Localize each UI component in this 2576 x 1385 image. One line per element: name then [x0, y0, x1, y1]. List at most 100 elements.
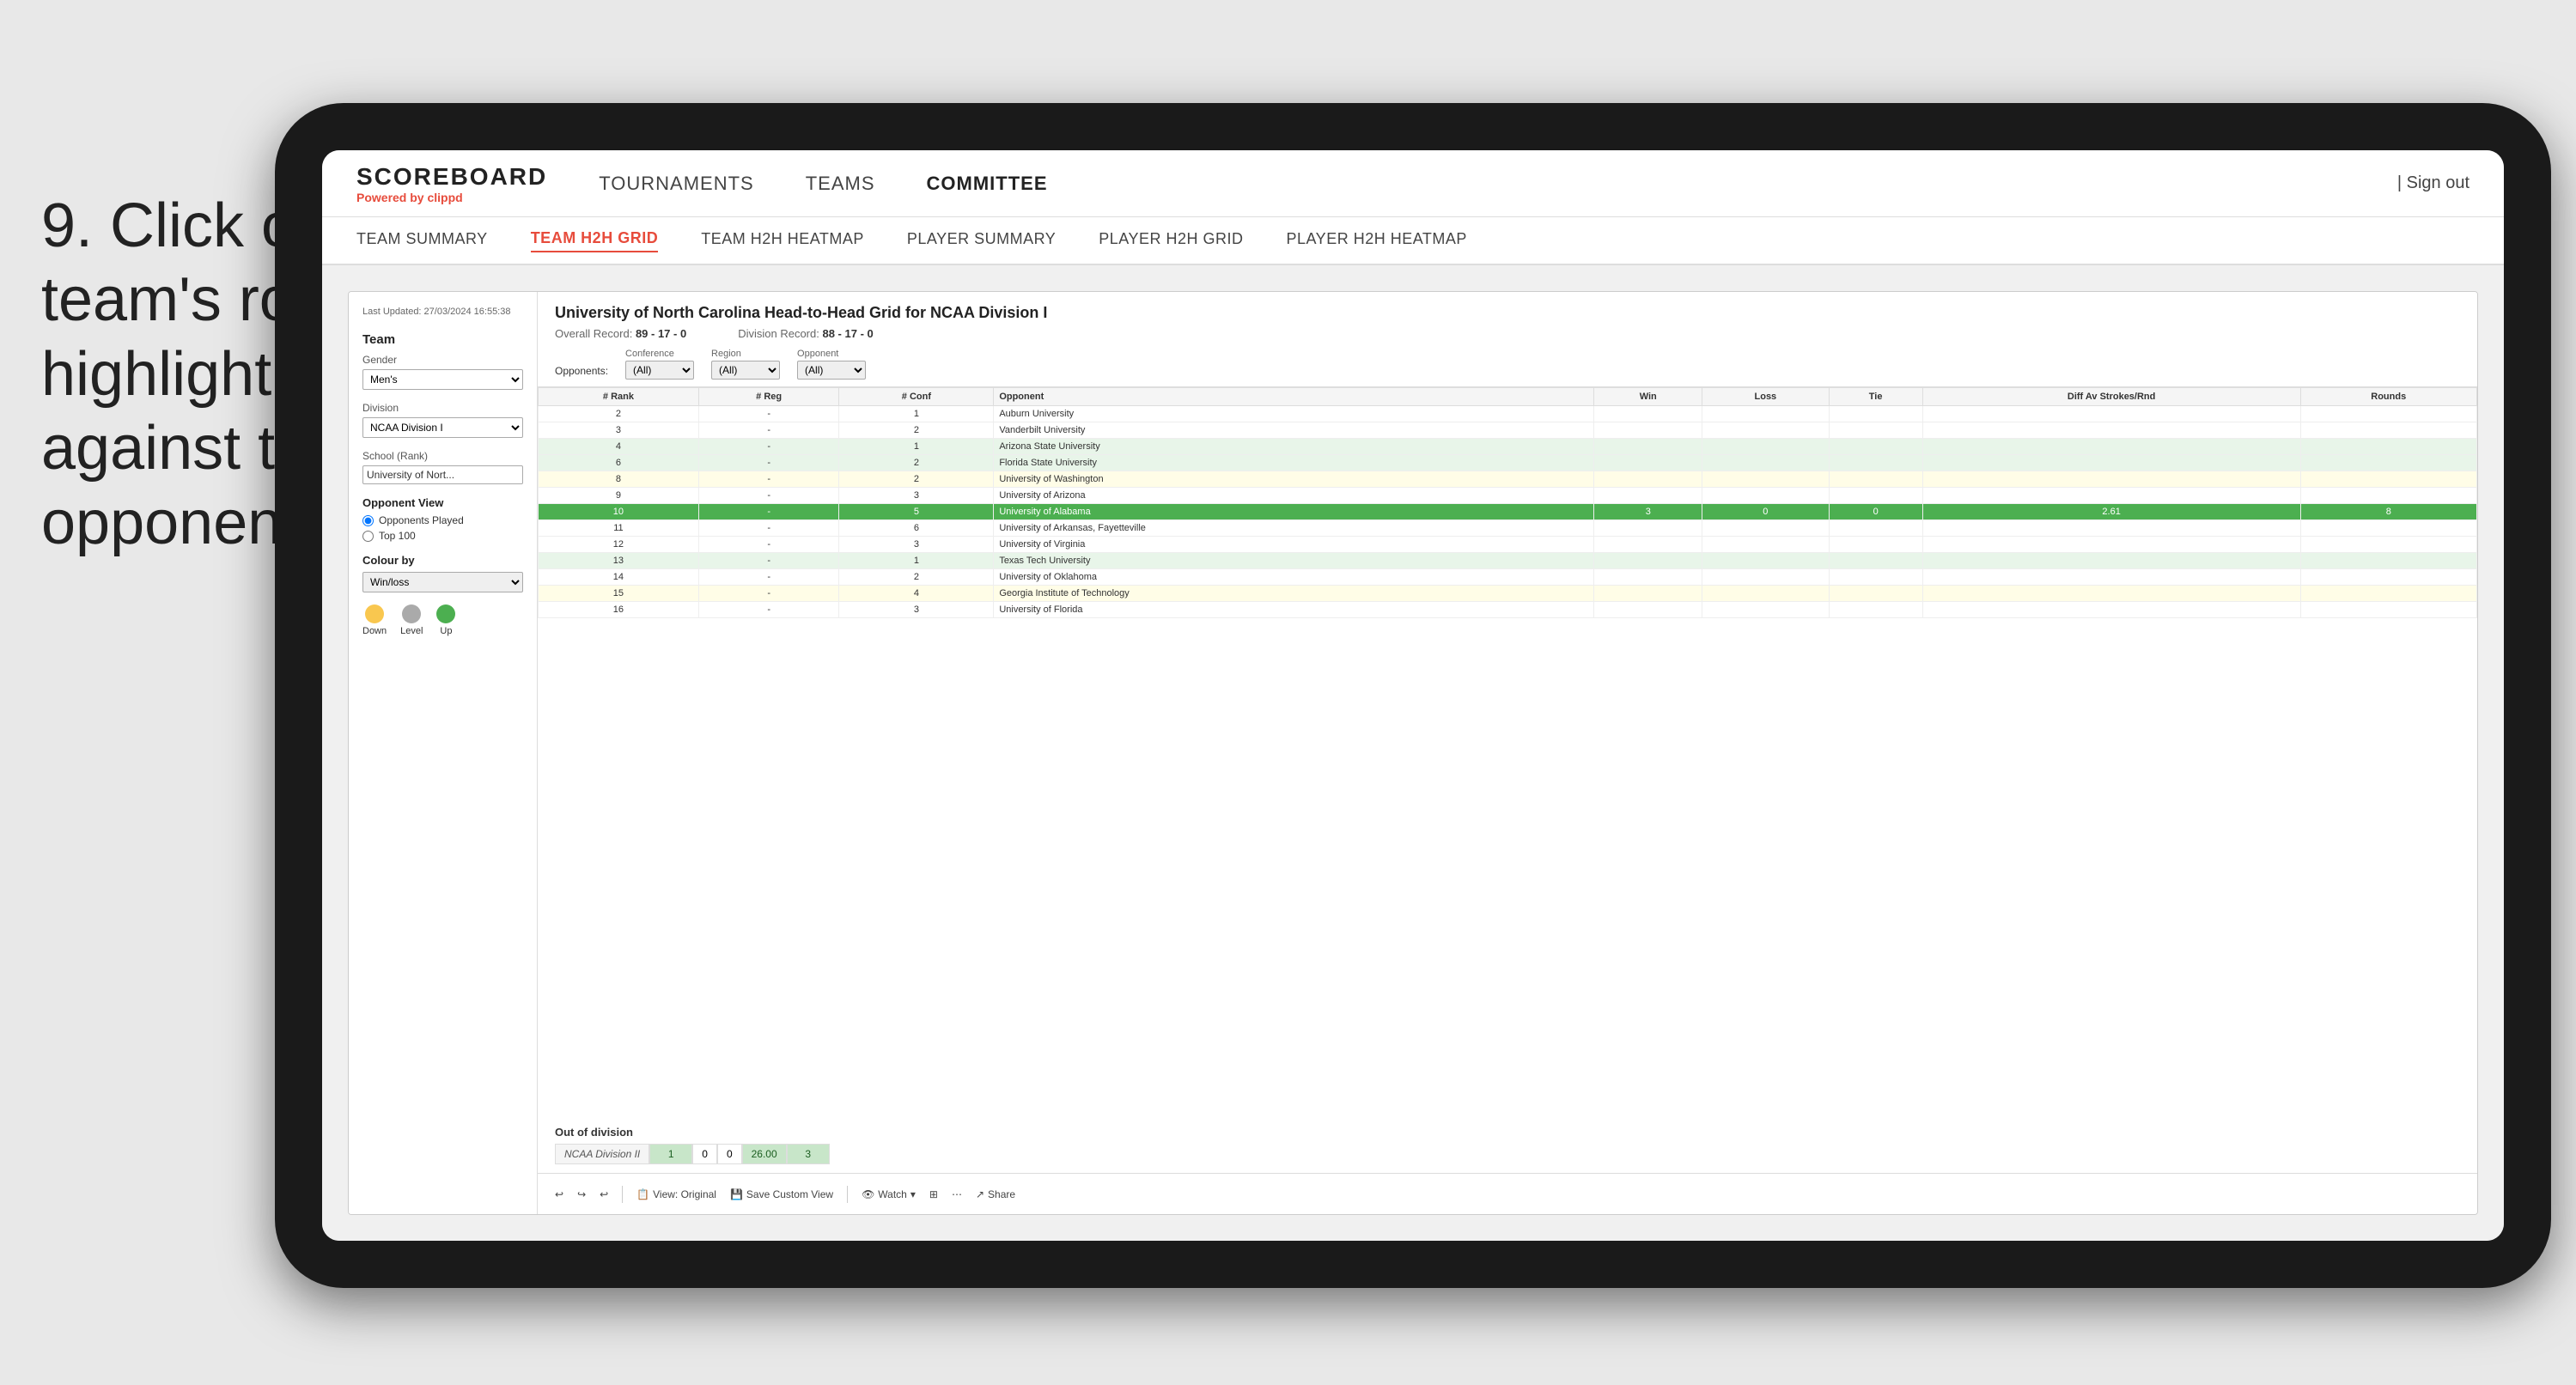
col-tie: Tie: [1829, 388, 1922, 406]
sidebar-gender-label: Gender: [362, 354, 523, 366]
opponent-filter-select[interactable]: (All): [797, 361, 866, 380]
grid-header: University of North Carolina Head-to-Hea…: [538, 292, 2477, 387]
legend-dot-up: [436, 604, 455, 623]
conference-filter-label: Conference: [625, 349, 694, 359]
toolbar-watch[interactable]: 👁 Watch ▾: [862, 1188, 916, 1200]
out-of-division-section: Out of division NCAA Division II 1 0 0 2…: [538, 1117, 2477, 1173]
col-loss: Loss: [1702, 388, 1829, 406]
ood-rounds: 3: [787, 1144, 830, 1164]
nav-items: TOURNAMENTS TEAMS COMMITTEE: [599, 173, 2397, 195]
opponent-filter-label: Opponent: [797, 349, 866, 359]
sub-nav-player-h2h-heatmap[interactable]: PLAYER H2H HEATMAP: [1287, 230, 1467, 252]
sub-nav-team-h2h-grid[interactable]: TEAM H2H GRID: [531, 229, 659, 252]
out-of-division-row: NCAA Division II 1 0 0 26.00 3: [555, 1144, 2460, 1164]
sidebar: Last Updated: 27/03/2024 16:55:38 Team G…: [349, 292, 538, 1214]
table-body: 2 - 1 Auburn University 3 - 2 Vanderbilt…: [539, 406, 2477, 618]
overall-record: Overall Record: 89 - 17 - 0: [555, 327, 686, 340]
table-row[interactable]: 6 - 2 Florida State University: [539, 455, 2477, 471]
toolbar-divider-2: [847, 1186, 848, 1203]
nav-item-teams[interactable]: TEAMS: [806, 173, 875, 195]
table-row[interactable]: 16 - 3 University of Florida: [539, 602, 2477, 618]
col-diff: Diff Av Strokes/Rnd: [1922, 388, 2300, 406]
sub-nav-team-summary[interactable]: TEAM SUMMARY: [356, 230, 488, 252]
table-row[interactable]: 13 - 1 Texas Tech University: [539, 553, 2477, 569]
sidebar-school-value[interactable]: University of Nort...: [362, 465, 523, 484]
opponent-view-label: Opponent View: [362, 496, 523, 509]
col-win: Win: [1594, 388, 1702, 406]
legend-label-level: Level: [400, 626, 423, 636]
nav-item-committee[interactable]: COMMITTEE: [927, 173, 1048, 195]
table-row[interactable]: 4 - 1 Arizona State University: [539, 439, 2477, 455]
ood-win: 1: [649, 1144, 692, 1164]
legend-up: Up: [436, 604, 455, 636]
legend-dot-down: [365, 604, 384, 623]
sub-nav-player-h2h-grid[interactable]: PLAYER H2H GRID: [1099, 230, 1243, 252]
legend-label-up: Up: [440, 626, 452, 636]
sidebar-timestamp: Last Updated: 27/03/2024 16:55:38: [362, 306, 523, 319]
colour-by-label: Colour by: [362, 554, 523, 567]
toolbar-undo2[interactable]: ↩: [600, 1188, 608, 1200]
sub-nav-player-summary[interactable]: PLAYER SUMMARY: [907, 230, 1056, 252]
table-row[interactable]: 14 - 2 University of Oklahoma: [539, 569, 2477, 586]
toolbar-redo[interactable]: ↪: [577, 1188, 586, 1200]
table-row[interactable]: 10 - 5 University of Alabama 3 0 0 2.61 …: [539, 504, 2477, 520]
logo-scoreboard: SCOREBOARD: [356, 163, 547, 191]
legend-dot-level: [402, 604, 421, 623]
region-filter-select[interactable]: (All): [711, 361, 780, 380]
top-nav: SCOREBOARD Powered by clippd TOURNAMENTS…: [322, 150, 2504, 217]
toolbar-view[interactable]: 📋 View: Original: [636, 1188, 716, 1200]
bottom-toolbar: ↩ ↪ ↩ 📋 View: Original 💾 Save Custom Vie…: [538, 1173, 2477, 1214]
opponent-filter: Opponent (All): [797, 349, 866, 380]
toolbar-icons[interactable]: ⊞: [929, 1188, 938, 1200]
colour-by-select[interactable]: Win/loss: [362, 572, 523, 592]
legend-level: Level: [400, 604, 423, 636]
nav-item-tournaments[interactable]: TOURNAMENTS: [599, 173, 754, 195]
sidebar-team-label: Team: [362, 332, 523, 347]
toolbar-more[interactable]: ⋯: [952, 1188, 962, 1200]
table-row[interactable]: 9 - 3 University of Arizona: [539, 488, 2477, 504]
ood-loss: 0: [692, 1144, 717, 1164]
region-filter-label: Region: [711, 349, 780, 359]
table-row[interactable]: 2 - 1 Auburn University: [539, 406, 2477, 422]
grid-area: University of North Carolina Head-to-Hea…: [538, 292, 2477, 1214]
opponent-view-section: Opponent View Opponents Played Top 100: [362, 496, 523, 542]
ood-tie: 0: [717, 1144, 742, 1164]
radio-top-100[interactable]: Top 100: [362, 530, 523, 542]
col-reg: # Reg: [698, 388, 839, 406]
radio-opponents-played[interactable]: Opponents Played: [362, 514, 523, 526]
sidebar-gender-section: Gender Men's: [362, 354, 523, 390]
legend-down: Down: [362, 604, 387, 636]
conference-filter-select[interactable]: (All): [625, 361, 694, 380]
table-row[interactable]: 15 - 4 Georgia Institute of Technology: [539, 586, 2477, 602]
toolbar-divider-1: [622, 1186, 623, 1203]
table-row[interactable]: 12 - 3 University of Virginia: [539, 537, 2477, 553]
sidebar-gender-select[interactable]: Men's: [362, 369, 523, 390]
opponents-label: Opponents:: [555, 365, 608, 380]
grid-records: Overall Record: 89 - 17 - 0 Division Rec…: [555, 327, 2460, 340]
opponent-view-radio-group: Opponents Played Top 100: [362, 514, 523, 542]
legend-label-down: Down: [362, 626, 387, 636]
sign-in-link[interactable]: | Sign out: [2397, 173, 2469, 193]
conference-filter: Conference (All): [625, 349, 694, 380]
ood-diff: 26.00: [742, 1144, 787, 1164]
table-row[interactable]: 3 - 2 Vanderbilt University: [539, 422, 2477, 439]
toolbar-share[interactable]: ↗ Share: [976, 1188, 1015, 1200]
col-opponent: Opponent: [994, 388, 1594, 406]
toolbar-save[interactable]: 💾 Save Custom View: [730, 1188, 833, 1200]
colour-section: Colour by Win/loss: [362, 554, 523, 592]
sub-nav: TEAM SUMMARY TEAM H2H GRID TEAM H2H HEAT…: [322, 217, 2504, 265]
division-record: Division Record: 88 - 17 - 0: [738, 327, 874, 340]
tablet-screen: SCOREBOARD Powered by clippd TOURNAMENTS…: [322, 150, 2504, 1241]
ood-division: NCAA Division II: [555, 1144, 649, 1164]
toolbar-undo[interactable]: ↩: [555, 1188, 563, 1200]
grid-title: University of North Carolina Head-to-Hea…: [555, 304, 2460, 322]
table-row[interactable]: 11 - 6 University of Arkansas, Fayettevi…: [539, 520, 2477, 537]
table-header-row: # Rank # Reg # Conf Opponent Win Loss Ti…: [539, 388, 2477, 406]
logo-area: SCOREBOARD Powered by clippd: [356, 163, 547, 204]
sub-nav-team-h2h-heatmap[interactable]: TEAM H2H HEATMAP: [701, 230, 864, 252]
table-row[interactable]: 8 - 2 University of Washington: [539, 471, 2477, 488]
legend-row: Down Level Up: [362, 604, 523, 636]
sidebar-school-section: School (Rank) University of Nort...: [362, 450, 523, 484]
sidebar-division-select[interactable]: NCAA Division I: [362, 417, 523, 438]
grid-table-container[interactable]: # Rank # Reg # Conf Opponent Win Loss Ti…: [538, 387, 2477, 1117]
